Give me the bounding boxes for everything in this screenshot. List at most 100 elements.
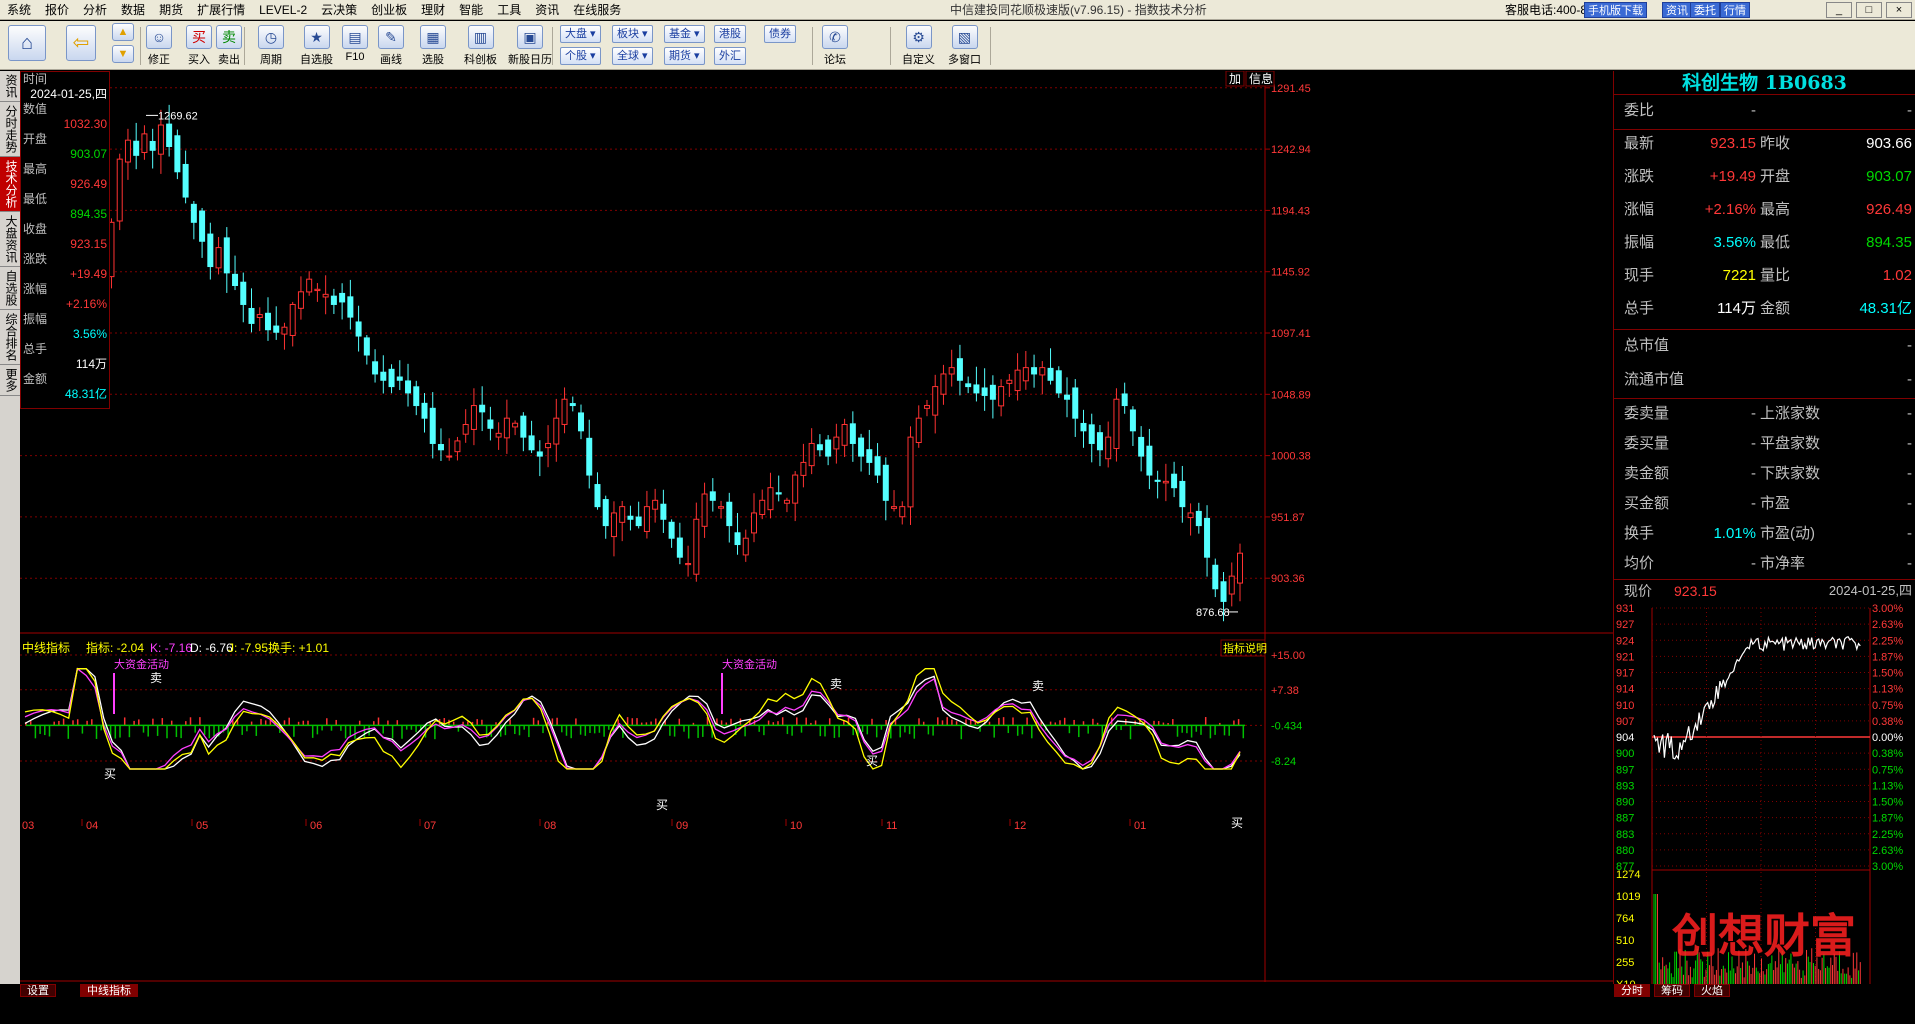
candle-body [166,123,173,148]
left-tab-0[interactable]: 资讯 [0,71,20,102]
page-up-button[interactable]: ▲ [112,23,134,43]
candle-body [553,417,560,445]
left-tab-6[interactable]: 更多 [0,365,20,396]
left-tab-4[interactable]: 自选股 [0,267,20,310]
quick-button-1[interactable]: 个股 ▾ [560,47,601,65]
toolbar-btn-0[interactable]: ☺ 修正 [146,25,172,67]
quote-label: 最高 [1760,201,1791,218]
minimize-button[interactable]: _ [1826,2,1852,18]
quote-value: +2.16% [1704,201,1756,218]
toolbar-btn-9[interactable]: ▣ 新股日历 [508,25,552,67]
candle-body [1105,436,1112,460]
left-tab-5[interactable]: 综合排名 [0,310,20,365]
candle-body [133,140,140,156]
candle-body [965,383,972,388]
candle-body [289,303,296,336]
mini-vol-label: 510 [1616,935,1634,947]
menu-item-13[interactable]: 在线服务 [566,0,628,20]
top-button-3[interactable]: 行情 [1720,2,1750,18]
toolbar-btn-5[interactable]: ▤ F10 [342,25,368,63]
menu-item-4[interactable]: 期货 [152,0,190,20]
candle-body [1113,398,1120,449]
stock-title: 科创生物 1B0683 [1614,71,1915,95]
toolbar-btn-2[interactable]: 卖卖出 [216,25,242,67]
mini-date: 2024-01-25,四 [1828,583,1912,598]
candle-body [783,499,790,504]
indicator-header-3: D: -6.76 [190,641,233,655]
quote-value: - [1751,405,1756,422]
quick-button-8[interactable]: 债券 [764,25,796,43]
quote-label: 买金额 [1624,495,1670,512]
quick-button-3[interactable]: 全球 ▾ [612,47,653,65]
mini-vol-label: 764 [1616,913,1634,925]
mini-left-label: 887 [1616,813,1634,825]
mini-vol-label: 255 [1616,957,1634,969]
menu-item-11[interactable]: 工具 [490,0,528,20]
menu-item-1[interactable]: 报价 [38,0,76,20]
menu-item-2[interactable]: 分析 [76,0,114,20]
left-tab-1[interactable]: 分时走势 [0,102,20,157]
menu-item-8[interactable]: 创业板 [364,0,414,20]
menu-item-0[interactable]: 系统 [0,0,38,20]
toolbar: ⌂ ⇦ ▲ ▼ ☺ 修正 买买入卖卖出 ◷ 周期 ★ 自选股 ▤ F10 ✎ 画线 ▦ 选股 ▥ 科创板 ▣ 新… [0,21,1915,70]
indicator-header-1: 指标: -2.04 [86,640,144,655]
quote-label: 换手 [1624,525,1655,542]
month-label: 12 [1014,820,1026,832]
bottom-tab-1[interactable]: 中线指标 [80,984,138,997]
top-button-1[interactable]: 资讯 [1662,2,1692,18]
left-tab-2[interactable]: 技术分析 [0,157,20,212]
candle-body [825,439,832,457]
mini-tab-1[interactable]: 筹码 [1654,984,1690,997]
toolbar-btn-6[interactable]: ✎ 画线 [378,25,404,67]
bottom-tab-0[interactable]: 设置 [20,984,56,997]
toolbar-btn-12[interactable]: ▧ 多窗口 [948,25,981,67]
mini-tab-2[interactable]: 火焰 [1694,984,1730,997]
menu-item-7[interactable]: 云决策 [314,0,364,20]
mini-tab-0[interactable]: 分时 [1614,984,1650,997]
home-button[interactable]: ⌂ [8,25,46,63]
menu-item-9[interactable]: 理财 [414,0,452,20]
candle-body [693,518,700,575]
quick-button-5[interactable]: 期货 ▾ [664,47,705,65]
menu-item-5[interactable]: 扩展行情 [190,0,252,20]
close-button[interactable]: × [1886,2,1912,18]
month-label: 04 [86,820,98,832]
candle-body [561,398,568,425]
candle-body [915,417,922,444]
menu-item-3[interactable]: 数据 [114,0,152,20]
quick-button-7[interactable]: 外汇 [714,47,746,65]
datawin-value: 926.49 [70,177,107,191]
candle-body [1080,422,1087,432]
back-button[interactable]: ⇦ [66,25,96,63]
left-tab-3[interactable]: 大盘资讯 [0,212,20,267]
menu-item-12[interactable]: 资讯 [528,0,566,20]
quick-button-6[interactable]: 港股 [714,25,746,43]
technical-chart[interactable]: 1291.451242.941194.431145.921097.411048.… [20,71,1613,982]
page-down-button[interactable]: ▼ [112,45,134,65]
toolbar-btn-7[interactable]: ▦ 选股 [420,25,446,67]
datawin-label: 振幅 [23,312,48,326]
toolbar-btn-3[interactable]: ◷ 周期 [258,25,284,67]
top-button-2[interactable]: 委托 [1690,2,1720,18]
toolbar-btn-1[interactable]: 买买入 [186,25,212,67]
toolbar-label-7: 选股 [422,54,444,66]
toolbar-btn-11[interactable]: ⚙ 自定义 [902,25,935,67]
candle-body [330,295,337,305]
menu-item-6[interactable]: LEVEL-2 [252,0,314,20]
quick-button-2[interactable]: 板块 ▾ [612,25,653,43]
top-button-0[interactable]: 手机版下载 [1584,2,1647,18]
maximize-button[interactable]: □ [1856,2,1882,18]
candle-body [223,237,230,274]
quote-label: 金额 [1760,300,1791,317]
candle-body [1047,367,1054,381]
toolbar-btn-10[interactable]: ✆ 论坛 [822,25,848,67]
quote-label: 最低 [1760,234,1791,251]
toolbar-label-12: 多窗口 [948,54,981,66]
quick-button-0[interactable]: 大盘 ▾ [560,25,601,43]
quick-button-4[interactable]: 基金 ▾ [664,25,705,43]
toolbar-btn-8[interactable]: ▥ 科创板 [464,25,497,67]
toolbar-btn-4[interactable]: ★ 自选股 [300,25,333,67]
intraday-mini-chart[interactable]: 931 3.00% 927 2.63% 924 2.25% 921 1.87% 917 1.50%… [1614,604,1915,1024]
menu-item-10[interactable]: 智能 [452,0,490,20]
quote-row: 涨幅 +2.16% 最高 926.49 [1614,195,1915,225]
